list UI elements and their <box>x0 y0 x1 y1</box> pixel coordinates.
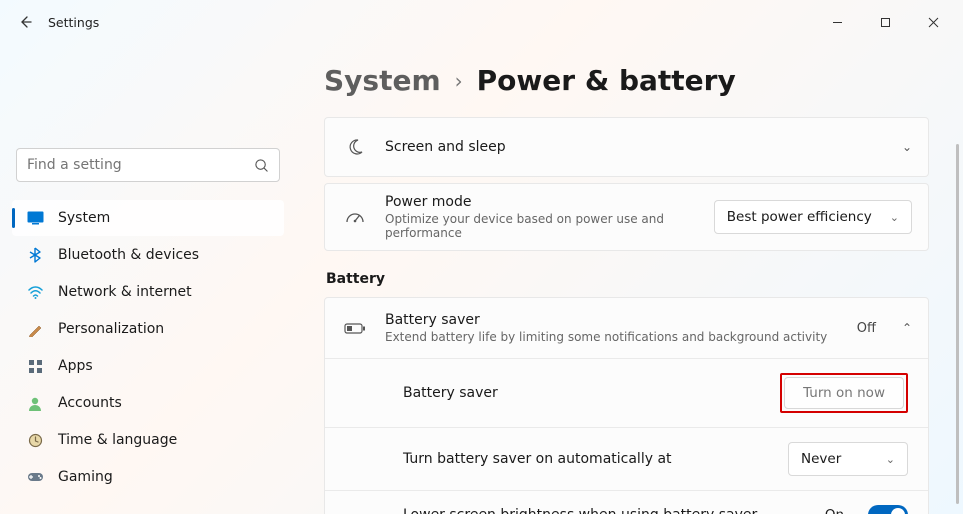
nav-item-apps[interactable]: Apps <box>12 348 284 384</box>
nav-label: Accounts <box>58 395 122 411</box>
nav-item-network[interactable]: Network & internet <box>12 274 284 310</box>
section-battery: Battery <box>326 271 929 287</box>
time-icon <box>26 431 44 449</box>
chevron-right-icon: › <box>455 69 463 93</box>
lower-brightness-row: Lower screen brightness when using batte… <box>325 490 928 514</box>
battery-saver-turn-on-row: Battery saver Turn on now <box>325 358 928 427</box>
nav-item-gaming[interactable]: Gaming <box>12 459 284 495</box>
nav-label: Time & language <box>58 432 177 448</box>
chevron-down-icon: ⌄ <box>886 453 895 466</box>
chevron-down-icon: ⌄ <box>902 140 912 154</box>
breadcrumb: System › Power & battery <box>324 64 929 97</box>
nav-label: Gaming <box>58 469 113 485</box>
nav-label: Network & internet <box>58 284 192 300</box>
nav-item-system[interactable]: System <box>12 200 284 236</box>
lower-brightness-toggle[interactable] <box>868 505 908 514</box>
content-pane: System › Power & battery Screen and slee… <box>296 44 963 514</box>
auto-threshold-dropdown[interactable]: Never ⌄ <box>788 442 908 476</box>
dropdown-value: Best power efficiency <box>727 209 872 225</box>
battery-saver-header[interactable]: Battery saver Extend battery life by lim… <box>325 298 928 358</box>
moon-icon <box>343 138 367 156</box>
search-icon <box>254 158 269 173</box>
minimize-button[interactable] <box>815 7 859 37</box>
close-icon <box>928 17 939 28</box>
gaming-icon <box>26 468 44 486</box>
power-mode-dropdown[interactable]: Best power efficiency ⌄ <box>714 200 912 234</box>
minimize-icon <box>832 17 843 28</box>
window-controls <box>815 7 955 37</box>
nav-item-bluetooth[interactable]: Bluetooth & devices <box>12 237 284 273</box>
row-title: Screen and sleep <box>385 139 884 155</box>
nav-label: Bluetooth & devices <box>58 247 199 263</box>
toggle-state-label: On <box>825 507 844 514</box>
row-title: Battery saver <box>385 312 839 328</box>
breadcrumb-current: Power & battery <box>477 64 736 97</box>
back-button[interactable] <box>8 4 44 40</box>
system-icon <box>26 209 44 227</box>
scrollbar[interactable] <box>956 144 959 504</box>
nav-item-time[interactable]: Time & language <box>12 422 284 458</box>
highlight-annotation: Turn on now <box>780 373 908 413</box>
row-subtitle: Optimize your device based on power use … <box>385 212 696 240</box>
network-icon <box>26 283 44 301</box>
apps-icon <box>26 357 44 375</box>
chevron-down-icon: ⌄ <box>890 211 899 224</box>
titlebar: Settings <box>0 0 963 44</box>
breadcrumb-prev[interactable]: System <box>324 64 441 97</box>
row-power-mode: Power mode Optimize your device based on… <box>324 183 929 251</box>
gauge-icon <box>343 210 367 224</box>
subrow-label: Lower screen brightness when using batte… <box>403 507 809 514</box>
row-subtitle: Extend battery life by limiting some not… <box>385 330 839 344</box>
row-screen-sleep[interactable]: Screen and sleep ⌄ <box>324 117 929 177</box>
nav-label: System <box>58 210 110 226</box>
subrow-label: Turn battery saver on automatically at <box>403 451 772 467</box>
row-title: Power mode <box>385 194 696 210</box>
chevron-up-icon: ⌃ <box>902 321 912 335</box>
turn-on-now-button[interactable]: Turn on now <box>784 377 904 409</box>
battery-icon <box>343 322 367 335</box>
battery-saver-card: Battery saver Extend battery life by lim… <box>324 297 929 514</box>
close-button[interactable] <box>911 7 955 37</box>
maximize-button[interactable] <box>863 7 907 37</box>
nav-list: System Bluetooth & devices Network & int… <box>12 200 284 495</box>
nav-item-personalization[interactable]: Personalization <box>12 311 284 347</box>
accounts-icon <box>26 394 44 412</box>
battery-saver-auto-row: Turn battery saver on automatically at N… <box>325 427 928 490</box>
nav-label: Personalization <box>58 321 164 337</box>
nav-item-accounts[interactable]: Accounts <box>12 385 284 421</box>
personalization-icon <box>26 320 44 338</box>
window-title: Settings <box>48 15 99 30</box>
maximize-icon <box>880 17 891 28</box>
battery-saver-state: Off <box>857 321 876 336</box>
search-box[interactable] <box>16 148 280 182</box>
bluetooth-icon <box>26 246 44 264</box>
button-label: Turn on now <box>803 385 885 401</box>
subrow-label: Battery saver <box>403 385 764 401</box>
search-input[interactable] <box>27 157 246 173</box>
sidebar: System Bluetooth & devices Network & int… <box>0 44 296 514</box>
arrow-left-icon <box>18 14 34 30</box>
dropdown-value: Never <box>801 451 841 467</box>
nav-label: Apps <box>58 358 93 374</box>
